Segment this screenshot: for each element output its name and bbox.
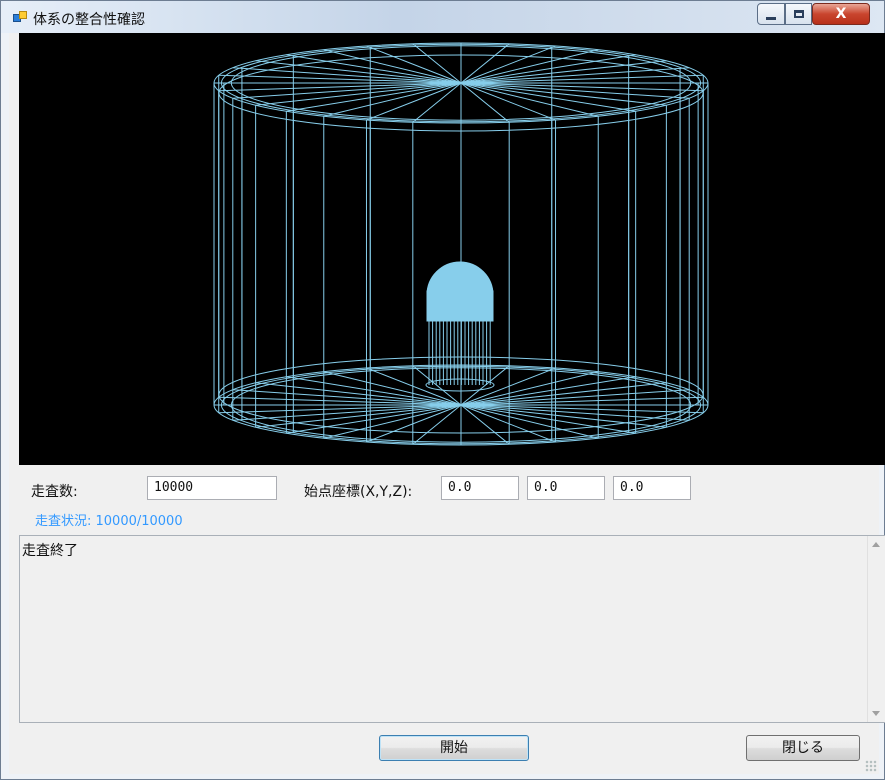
minimize-icon <box>766 16 776 20</box>
log-scrollbar[interactable] <box>867 536 885 722</box>
maximize-button[interactable] <box>785 3 812 25</box>
minimize-button[interactable] <box>757 3 785 25</box>
close-button[interactable]: 閉じる <box>746 735 860 761</box>
app-window-icon <box>13 11 27 23</box>
start-coord-label: 始点座標(X,Y,Z): <box>304 484 413 500</box>
close-icon: X <box>835 6 847 22</box>
start-y-input[interactable]: 0.0 <box>527 476 605 500</box>
wireframe-model <box>213 42 709 446</box>
maximize-icon <box>793 10 804 18</box>
window-title: 体系の整合性確認 <box>33 12 145 28</box>
dialog-client-area: 走査数: 10000 始点座標(X,Y,Z): 0.0 0.0 0.0 走査状況… <box>9 33 885 774</box>
scan-count-input[interactable]: 10000 <box>147 476 277 500</box>
start-z-input[interactable]: 0.0 <box>613 476 691 500</box>
title-bar[interactable]: 体系の整合性確認 X <box>1 1 884 33</box>
close-window-button[interactable]: X <box>812 3 870 25</box>
scan-status-text: 走査状況: 10000/10000 <box>35 514 183 529</box>
scroll-up-icon[interactable] <box>872 542 880 547</box>
scroll-down-icon[interactable] <box>872 711 880 716</box>
3d-viewport[interactable] <box>19 33 885 465</box>
app-window: 体系の整合性確認 X 走査数: 10000 始点座標(X,Y,Z): 0.0 0… <box>0 0 885 780</box>
start-button[interactable]: 開始 <box>379 735 529 761</box>
log-text: 走査終了 <box>22 543 78 559</box>
log-textbox[interactable]: 走査終了 <box>19 535 885 723</box>
start-x-input[interactable]: 0.0 <box>441 476 519 500</box>
resize-grip-icon[interactable] <box>865 760 877 772</box>
scan-count-label: 走査数: <box>31 484 78 500</box>
